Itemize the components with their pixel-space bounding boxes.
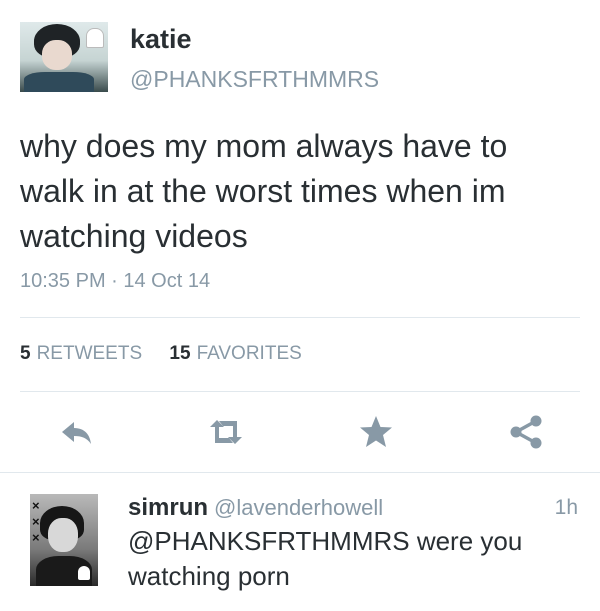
retweet-icon[interactable] — [206, 412, 246, 452]
reply-text: @PHANKSFRTHMMRS were you watching porn — [128, 526, 523, 591]
reply-time: 1h — [554, 496, 578, 519]
favorites-label: FAVORITES — [196, 343, 302, 364]
favorites-stat[interactable]: 15 FAVORITES — [169, 343, 301, 364]
reply-author-name[interactable]: simrun — [128, 494, 208, 521]
reply-icon[interactable] — [56, 412, 96, 452]
share-icon[interactable] — [506, 412, 546, 452]
tweet-author-handle[interactable]: @PHANKSFRTHMMRS — [130, 66, 379, 93]
reply-header: simrun @lavenderhowell — [128, 494, 383, 522]
tweet-stats: 5 RETWEETS 15 FAVORITES — [20, 343, 324, 365]
divider — [0, 472, 600, 473]
retweets-count: 5 — [20, 343, 31, 364]
tweet-actions — [0, 412, 600, 452]
tweet-author-avatar[interactable] — [20, 22, 108, 92]
star-icon[interactable] — [356, 412, 396, 452]
tweet-timestamp: 10:35 PM · 14 Oct 14 — [20, 270, 211, 292]
tweet-text: why does my mom always have to walk in a… — [20, 128, 508, 254]
divider — [20, 391, 580, 392]
reply-author-handle[interactable]: @lavenderhowell — [214, 495, 383, 520]
retweets-stat[interactable]: 5 RETWEETS — [20, 343, 142, 364]
retweets-label: RETWEETS — [36, 343, 143, 364]
favorites-count: 15 — [169, 343, 191, 364]
divider — [20, 317, 580, 318]
tweet-author-name[interactable]: katie — [130, 24, 192, 55]
reply-author-avatar[interactable]: × × × — [30, 494, 98, 586]
